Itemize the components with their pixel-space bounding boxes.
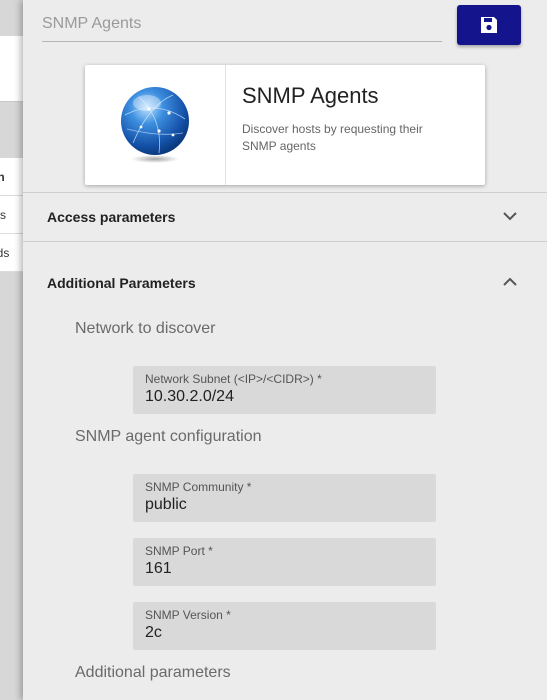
additional-parameters-section[interactable]: Additional Parameters (23, 241, 547, 323)
background-row-text: nds (0, 246, 10, 260)
field-label: Network Subnet (<IP>/<CIDR>) * (145, 372, 322, 386)
field-label: SNMP Community * (145, 480, 252, 494)
background-page: on tes nds (0, 0, 24, 700)
task-type-card: SNMP Agents Discover hosts by requesting… (85, 65, 485, 185)
globe-icon (121, 87, 189, 163)
discovery-drawer: SNMP Agents Discover hosts by requesting… (23, 0, 547, 700)
background-table-row[interactable]: tes (0, 196, 24, 234)
background-table-header: on (0, 158, 24, 196)
card-description: Discover hosts by requesting their SNMP … (242, 122, 423, 153)
field-label: SNMP Port * (145, 544, 213, 558)
save-button[interactable] (457, 5, 521, 45)
network-subnet-field[interactable]: Network Subnet (<IP>/<CIDR>) * (133, 366, 436, 414)
snmp-version-input[interactable] (145, 624, 424, 642)
card-title: SNMP Agents (242, 83, 379, 108)
snmp-community-field[interactable]: SNMP Community * (133, 474, 436, 522)
card-icon-container (85, 65, 226, 185)
field-label: SNMP Version * (145, 608, 231, 622)
task-name-input[interactable] (42, 12, 442, 42)
background-row-text: tes (0, 208, 7, 222)
chevron-down-icon[interactable] (503, 211, 517, 221)
snmp-version-field[interactable]: SNMP Version * (133, 602, 436, 650)
additional-params-subhead: Additional parameters (75, 664, 231, 681)
network-subnet-input[interactable] (145, 388, 424, 406)
background-table-row[interactable]: nds (0, 234, 24, 272)
section-label: Access parameters (47, 208, 176, 225)
background-header-text: on (0, 170, 5, 184)
drawer-top-bar (23, 0, 547, 48)
network-subhead: Network to discover (75, 320, 216, 337)
access-parameters-section[interactable]: Access parameters (23, 192, 547, 240)
section-label: Additional Parameters (47, 274, 196, 291)
chevron-up-icon[interactable] (503, 277, 517, 287)
snmp-config-subhead: SNMP agent configuration (75, 428, 262, 445)
snmp-port-input[interactable] (145, 560, 424, 578)
card-text: SNMP Agents Discover hosts by requesting… (226, 65, 468, 185)
background-header (0, 36, 24, 102)
snmp-community-input[interactable] (145, 496, 424, 514)
snmp-port-field[interactable]: SNMP Port * (133, 538, 436, 586)
floppy-disk-icon (481, 17, 497, 33)
